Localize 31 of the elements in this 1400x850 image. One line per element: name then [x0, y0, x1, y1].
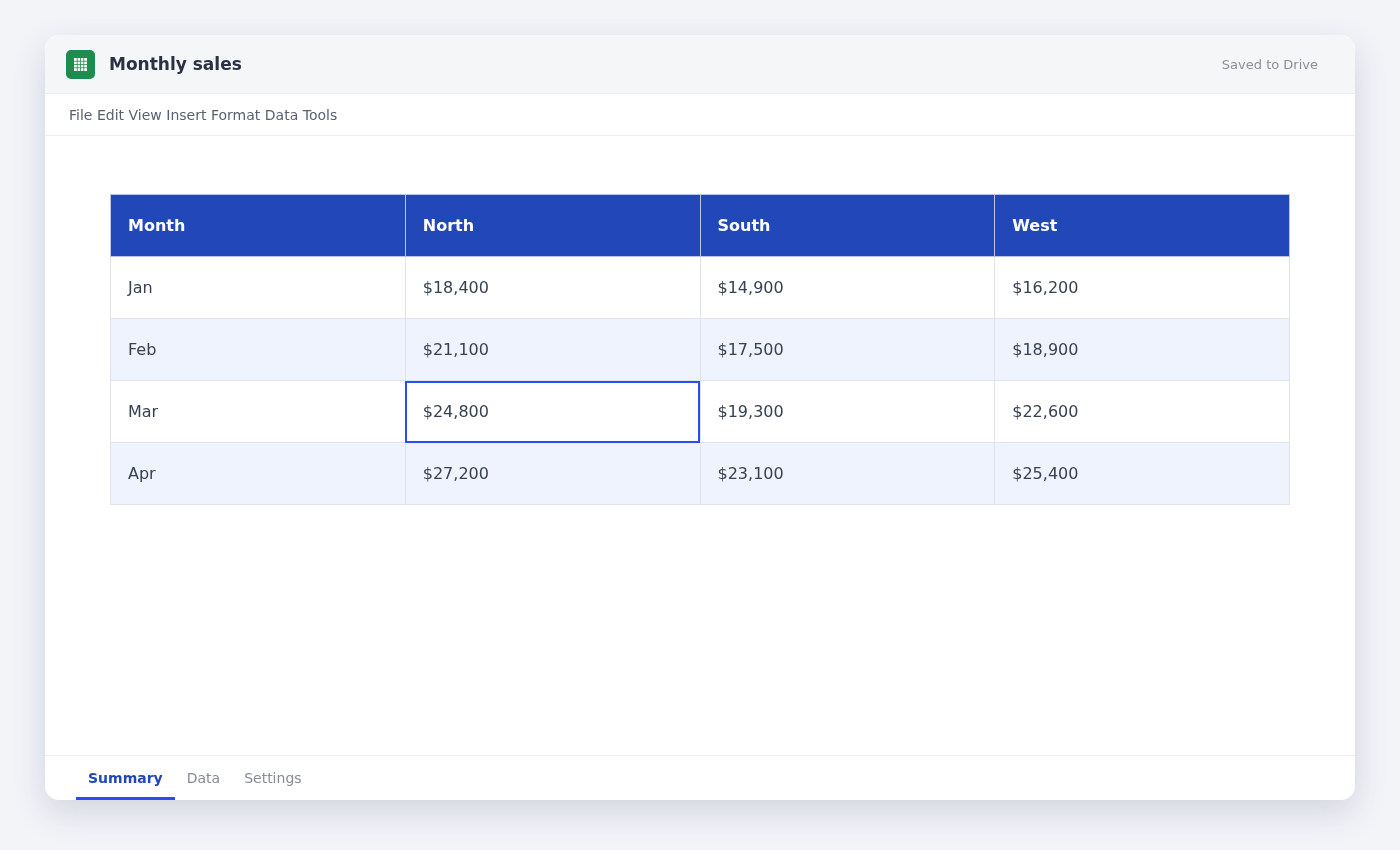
- selected-cell[interactable]: $24,800: [405, 380, 700, 443]
- menu-item[interactable]: Tools: [302, 106, 338, 123]
- sheet-tab[interactable]: Summary: [76, 756, 175, 800]
- table-cell[interactable]: $17,500: [700, 318, 995, 381]
- menu-item[interactable]: View: [128, 106, 162, 123]
- save-status: Saved to Drive: [1221, 56, 1318, 72]
- menu-item[interactable]: File: [69, 106, 93, 123]
- sheet-tab[interactable]: Data: [174, 756, 233, 800]
- menu-item[interactable]: Edit: [96, 106, 125, 123]
- window-title: Monthly sales: [109, 54, 243, 74]
- column-header: West: [994, 194, 1290, 257]
- table-cell[interactable]: $16,200: [994, 256, 1290, 319]
- table-cell[interactable]: $21,100: [405, 318, 700, 381]
- table-cell[interactable]: $23,100: [700, 442, 995, 505]
- table-cell[interactable]: Apr: [110, 442, 406, 505]
- column-header: South: [700, 194, 995, 257]
- table-cell[interactable]: Feb: [110, 318, 406, 381]
- menu-item[interactable]: Data: [264, 106, 299, 123]
- spreadsheet-icon: [66, 49, 95, 79]
- table-cell[interactable]: $25,400: [994, 442, 1290, 505]
- table-cell[interactable]: $22,600: [994, 380, 1290, 443]
- table-cell[interactable]: $27,200: [405, 442, 700, 505]
- table-cell[interactable]: $18,900: [994, 318, 1290, 381]
- table-cell[interactable]: $14,900: [700, 256, 995, 319]
- menu-item[interactable]: Format: [210, 106, 261, 123]
- table-cell[interactable]: Jan: [110, 256, 406, 319]
- column-header: North: [405, 194, 700, 257]
- table-cell[interactable]: $19,300: [700, 380, 995, 443]
- menu-item[interactable]: Insert: [166, 106, 207, 123]
- table-cell[interactable]: $18,400: [405, 256, 700, 319]
- column-header: Month: [110, 194, 406, 257]
